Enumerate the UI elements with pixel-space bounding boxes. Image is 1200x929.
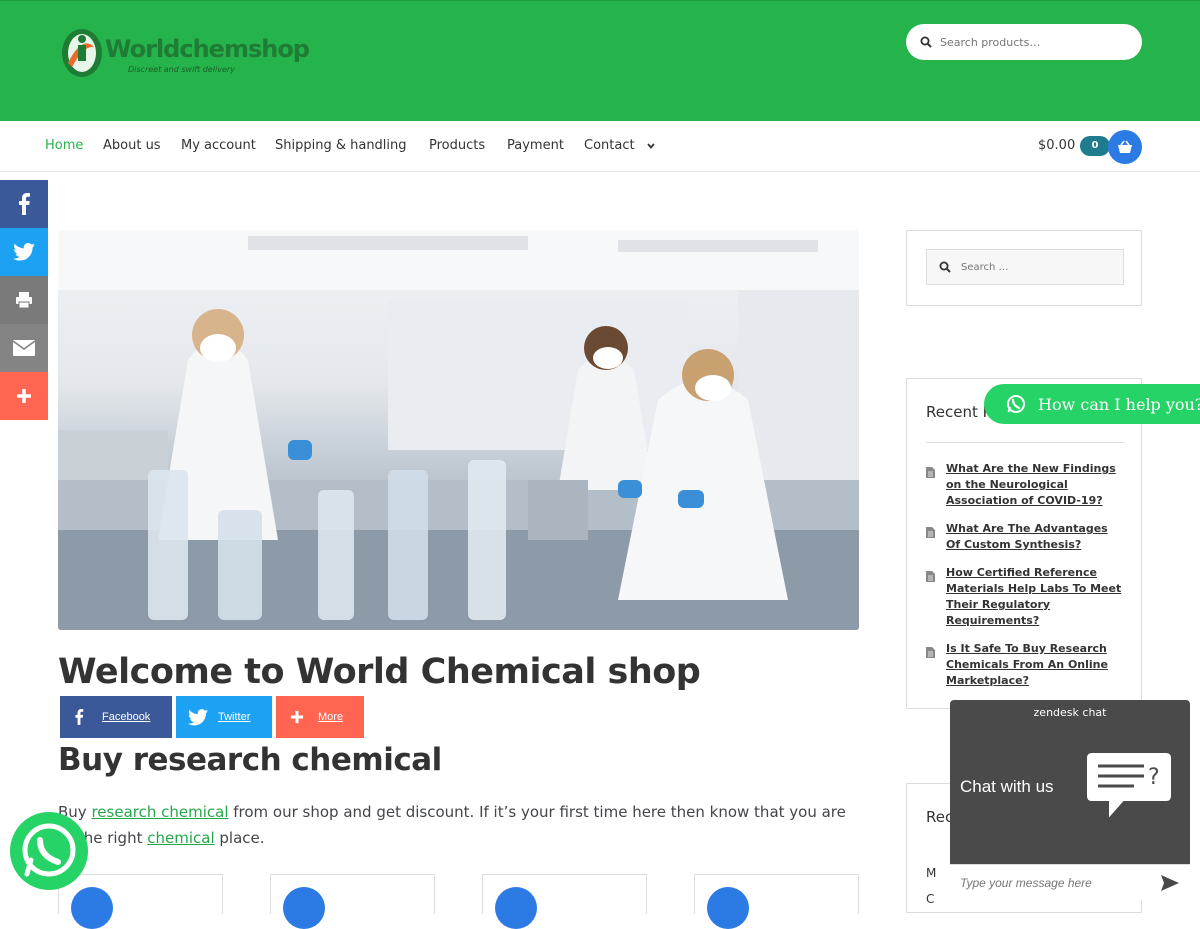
side-share-twitter[interactable]: [0, 228, 48, 276]
zendesk-chat-widget[interactable]: zendesk chat Chat with us ?: [950, 700, 1190, 900]
nav-item-payment[interactable]: Payment: [507, 138, 564, 153]
page-title: Welcome to World Chemical shop: [58, 652, 701, 692]
send-icon[interactable]: [1160, 874, 1180, 892]
cart-total[interactable]: $0.00: [1038, 138, 1075, 153]
recent-post-link[interactable]: What Are the New Findings on the Neurolo…: [946, 461, 1124, 509]
print-icon: [16, 292, 32, 309]
side-share-print[interactable]: [0, 276, 48, 324]
comment-item[interactable]: C: [926, 892, 934, 906]
recent-post-item: Is It Safe To Buy Research Chemicals Fro…: [926, 641, 1124, 689]
sidebar-search-box[interactable]: [926, 249, 1124, 285]
share-facebook-button[interactable]: Facebook: [60, 696, 172, 738]
plus-icon: [17, 389, 31, 403]
feature-card: [482, 874, 647, 929]
widget-divider: [926, 442, 1124, 443]
product-search-input[interactable]: [940, 35, 1120, 49]
help-label: How can I help you?: [1038, 394, 1200, 414]
plus-icon: [290, 710, 304, 724]
site-header: Worldchemshop Discreet and swift deliver…: [0, 0, 1200, 121]
nav-item-home[interactable]: Home: [45, 138, 83, 153]
facebook-icon: [19, 193, 30, 215]
side-share-more[interactable]: [0, 372, 48, 420]
sidebar-search-widget: [906, 230, 1142, 306]
intro-text-3: place.: [214, 829, 265, 847]
product-search-bar[interactable]: [906, 24, 1142, 60]
cart-button[interactable]: 0: [1080, 130, 1142, 164]
inline-share-buttons: Facebook Twitter More: [60, 696, 364, 738]
side-share-email[interactable]: [0, 324, 48, 372]
nav-item-products[interactable]: Products: [429, 138, 485, 153]
logo-emblem-icon: [62, 29, 102, 77]
nav-item-about-us[interactable]: About us: [103, 138, 161, 153]
research-chemical-link[interactable]: research chemical: [91, 803, 228, 821]
recent-post-item: How Certified Reference Materials Help L…: [926, 565, 1124, 629]
feature-icon: [707, 887, 749, 929]
floating-share-bar: [0, 180, 48, 420]
search-icon: [939, 261, 951, 273]
document-icon: [926, 521, 946, 553]
basket-icon: [1118, 140, 1132, 153]
nav-item-shipping[interactable]: Shipping & handling: [275, 138, 407, 153]
laboratory-photo: [58, 230, 859, 630]
share-twitter-label: Twitter: [218, 711, 251, 723]
svg-text:?: ?: [1148, 765, 1160, 790]
document-icon: [926, 565, 946, 629]
chat-bubble-icon: ?: [1085, 751, 1173, 823]
chevron-down-icon[interactable]: [646, 141, 656, 151]
recent-post-link[interactable]: What Are The Advantages Of Custom Synthe…: [946, 521, 1124, 553]
primary-navigation: Home About us My account Shipping & hand…: [0, 121, 1200, 172]
feature-card: [270, 874, 435, 929]
feature-icon: [283, 887, 325, 929]
cart-count-badge: 0: [1080, 136, 1110, 156]
chat-message-input[interactable]: [960, 875, 1150, 890]
feature-icon: [495, 887, 537, 929]
share-more-label: More: [318, 711, 344, 723]
cart-icon-circle[interactable]: [1108, 130, 1142, 164]
recent-post-link[interactable]: How Certified Reference Materials Help L…: [946, 565, 1124, 629]
nav-item-contact[interactable]: Contact: [584, 138, 635, 153]
document-icon: [926, 641, 946, 689]
nav-item-my-account[interactable]: My account: [181, 138, 256, 153]
twitter-icon: [13, 243, 35, 261]
chat-with-us-label[interactable]: Chat with us: [960, 777, 1054, 797]
recent-post-link[interactable]: Is It Safe To Buy Research Chemicals Fro…: [946, 641, 1124, 689]
whatsapp-icon: [1007, 395, 1025, 413]
share-more-button[interactable]: More: [276, 696, 364, 738]
share-twitter-button[interactable]: Twitter: [176, 696, 272, 738]
share-facebook-label: Facebook: [102, 711, 151, 723]
side-share-facebook[interactable]: [0, 180, 48, 228]
feature-card: [694, 874, 859, 929]
search-icon: [920, 36, 932, 48]
twitter-icon: [188, 708, 208, 725]
facebook-icon: [75, 709, 84, 725]
intro-paragraph: Buy research chemical from our shop and …: [58, 799, 863, 851]
feature-icon: [71, 887, 113, 929]
hero-image: [58, 230, 859, 630]
logo-wordmark: Worldchemshop: [105, 35, 310, 63]
chat-message-box[interactable]: [950, 864, 1190, 900]
sidebar-search-input[interactable]: [961, 261, 1111, 273]
site-logo[interactable]: Worldchemshop Discreet and swift deliver…: [58, 23, 310, 81]
document-icon: [926, 461, 946, 509]
whatsapp-help-button[interactable]: How can I help you?: [984, 384, 1200, 424]
chemical-link[interactable]: chemical: [147, 829, 214, 847]
section-heading: Buy research chemical: [58, 742, 442, 778]
recent-posts-widget: Recent Posts What Are the New Findings o…: [906, 378, 1142, 709]
recent-post-item: What Are The Advantages Of Custom Synthe…: [926, 521, 1124, 553]
logo-tagline: Discreet and swift delivery: [128, 65, 235, 74]
whatsapp-float-button[interactable]: [10, 812, 88, 890]
email-icon: [13, 340, 35, 356]
comment-item[interactable]: M: [926, 866, 936, 880]
zendesk-brand: zendesk chat: [1033, 706, 1107, 719]
whatsapp-icon: [22, 823, 76, 877]
recent-post-item: What Are the New Findings on the Neurolo…: [926, 461, 1124, 509]
